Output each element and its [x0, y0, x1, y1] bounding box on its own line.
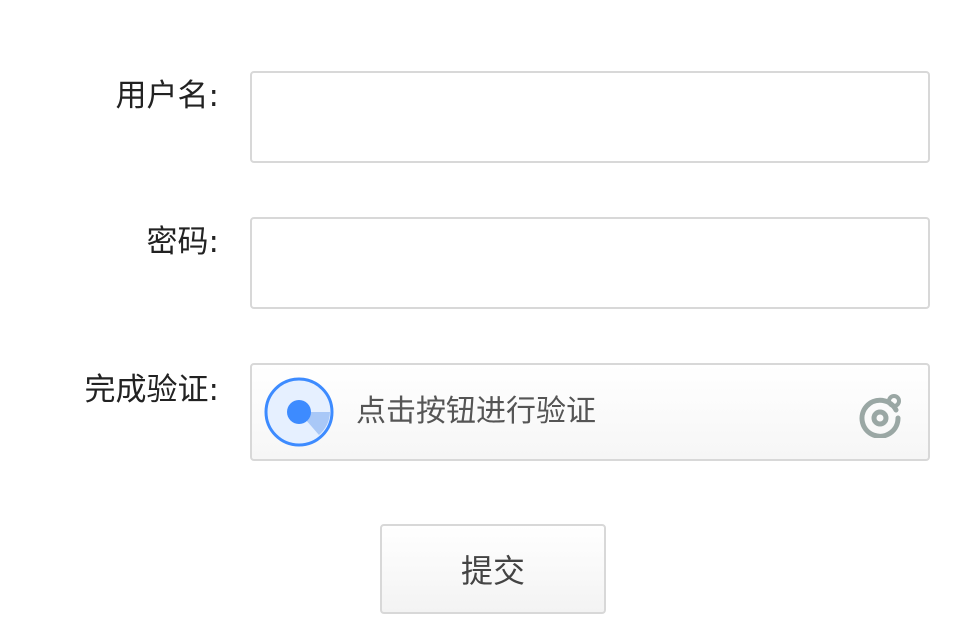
password-input[interactable]: [250, 217, 930, 309]
captcha-verify-button[interactable]: 点击按钮进行验证: [250, 363, 930, 461]
username-input[interactable]: [250, 71, 930, 163]
submit-button[interactable]: 提交: [380, 524, 606, 614]
verification-label: 完成验证:: [84, 372, 219, 408]
geetest-logo-icon: [859, 394, 901, 438]
radar-icon: [264, 377, 334, 447]
username-label: 用户名:: [115, 78, 219, 114]
password-label: 密码:: [146, 224, 219, 260]
captcha-prompt-text: 点击按钮进行验证: [356, 394, 596, 429]
